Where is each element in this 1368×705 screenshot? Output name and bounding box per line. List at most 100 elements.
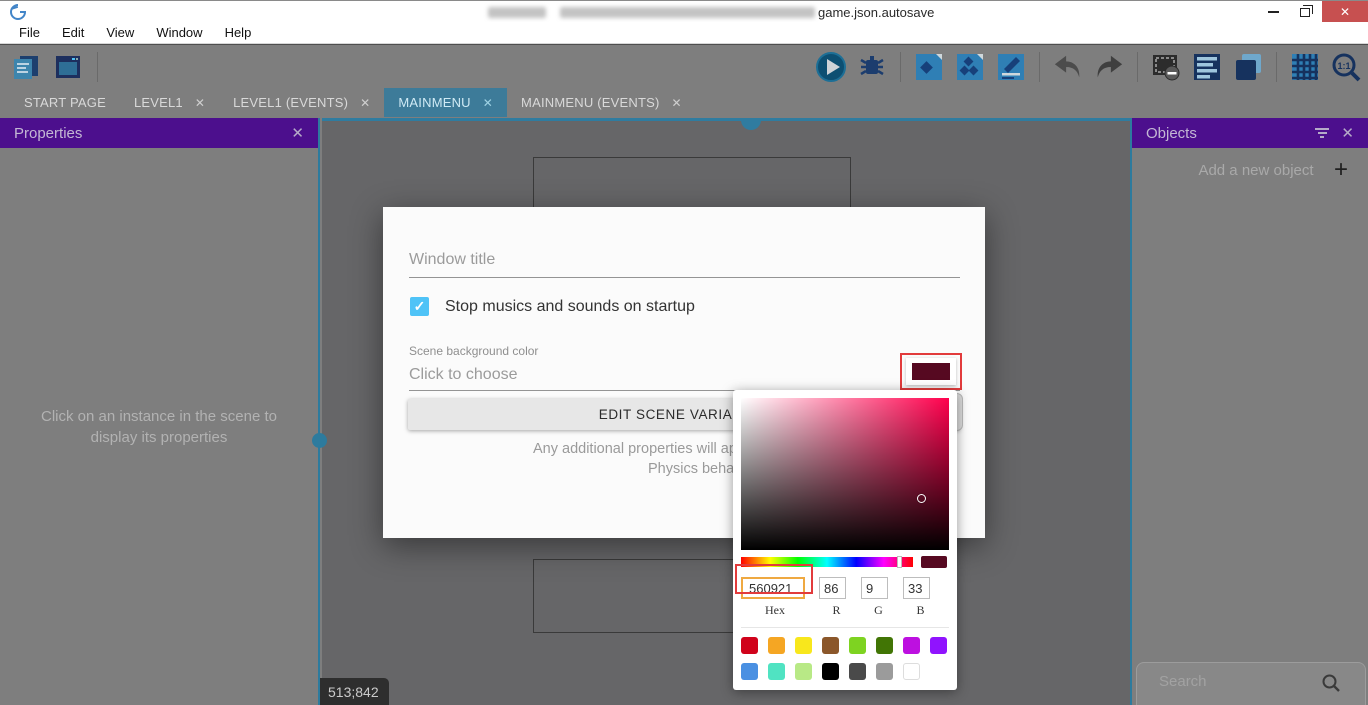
tab-level1[interactable]: LEVEL1✕ xyxy=(120,88,219,117)
color-preset-swatch[interactable] xyxy=(876,637,893,654)
menu-window[interactable]: Window xyxy=(145,22,213,44)
stop-music-label: Stop musics and sounds on startup xyxy=(445,298,695,316)
menu-edit[interactable]: Edit xyxy=(51,22,95,44)
picker-divider xyxy=(741,627,949,628)
properties-panel: Properties ✕ Click on an instance in the… xyxy=(0,118,320,705)
toolbar: 1:1 xyxy=(0,44,1368,88)
color-preset-swatch[interactable] xyxy=(903,637,920,654)
annotation-highlight-hex xyxy=(735,564,813,594)
objects-search-box xyxy=(1136,662,1366,705)
color-preset-swatch[interactable] xyxy=(768,637,785,654)
menu-view[interactable]: View xyxy=(95,22,145,44)
debug-icon[interactable] xyxy=(856,51,888,83)
tab-mainmenu[interactable]: MAINMENU✕ xyxy=(384,88,507,117)
close-panel-icon[interactable]: ✕ xyxy=(1341,124,1354,142)
close-window-button[interactable]: ✕ xyxy=(1322,1,1368,23)
gdevelop-logo-icon xyxy=(10,4,26,20)
color-preset-swatch[interactable] xyxy=(903,663,920,680)
g-label: G xyxy=(865,603,892,618)
toolbar-separator xyxy=(1137,52,1138,82)
objects-panel: Objects ✕ Add a new object + xyxy=(1130,118,1368,705)
hex-label: Hex xyxy=(741,603,809,618)
toolbar-separator xyxy=(900,52,901,82)
toggle-objects-list-icon[interactable] xyxy=(1191,51,1223,83)
color-preset-swatch[interactable] xyxy=(741,637,758,654)
undo-icon[interactable] xyxy=(1052,51,1084,83)
objects-panel-header: Objects ✕ xyxy=(1132,118,1368,148)
redacted-title-segment xyxy=(488,7,546,18)
color-picker-popup: Hex R G B xyxy=(733,390,957,690)
tab-close-icon[interactable]: ✕ xyxy=(483,96,493,110)
r-label: R xyxy=(823,603,850,618)
color-preset-swatch[interactable] xyxy=(741,663,758,680)
toolbar-separator xyxy=(1276,52,1277,82)
color-preset-swatch[interactable] xyxy=(822,637,839,654)
properties-panel-header: Properties ✕ xyxy=(0,118,318,148)
properties-empty-message: Click on an instance in the scene to dis… xyxy=(0,406,318,448)
color-preset-swatch[interactable] xyxy=(795,637,812,654)
start-page-window-icon[interactable] xyxy=(52,51,84,83)
green-input[interactable] xyxy=(861,577,888,599)
saturation-pointer[interactable] xyxy=(917,494,926,503)
plus-icon[interactable]: + xyxy=(1334,160,1348,180)
panel-resize-handle[interactable] xyxy=(312,433,327,448)
titlebar: game.json.autosave ✕ xyxy=(0,0,1368,22)
toggle-grid-icon[interactable] xyxy=(1289,51,1321,83)
color-preset-swatch[interactable] xyxy=(849,663,866,680)
background-color-field[interactable]: Click to choose xyxy=(409,366,518,384)
search-icon xyxy=(1321,673,1341,693)
tab-mainmenu-events[interactable]: MAINMENU (EVENTS)✕ xyxy=(507,88,696,117)
red-input[interactable] xyxy=(819,577,846,599)
scene-tabbar: START PAGE LEVEL1✕ LEVEL1 (EVENTS)✕ MAIN… xyxy=(0,88,1368,117)
close-panel-icon[interactable]: ✕ xyxy=(291,124,304,142)
b-label: B xyxy=(907,603,934,618)
panel-resize-handle[interactable] xyxy=(741,120,761,130)
menubar: File Edit View Window Help xyxy=(0,22,1368,44)
zoom-original-icon[interactable]: 1:1 xyxy=(1330,51,1362,83)
color-preset-swatch[interactable] xyxy=(876,663,893,680)
current-color-swatch xyxy=(921,556,947,568)
toggle-mask-icon[interactable] xyxy=(1150,51,1182,83)
edit-object-groups-icon[interactable] xyxy=(954,51,986,83)
scene-background-color-label: Scene background color xyxy=(409,344,538,358)
tab-level1-events[interactable]: LEVEL1 (EVENTS)✕ xyxy=(219,88,384,117)
color-preset-swatch[interactable] xyxy=(795,663,812,680)
menu-file[interactable]: File xyxy=(8,22,51,44)
color-preset-swatch[interactable] xyxy=(930,637,947,654)
tab-close-icon[interactable]: ✕ xyxy=(360,96,370,110)
restore-button[interactable] xyxy=(1290,1,1320,23)
svg-text:1:1: 1:1 xyxy=(1337,61,1350,71)
saturation-gradient-area[interactable] xyxy=(741,398,949,550)
preset-row-1 xyxy=(741,637,949,654)
properties-panel-title: Properties xyxy=(14,125,279,142)
stop-music-checkbox[interactable]: ✓ xyxy=(410,297,429,316)
edit-objects-icon[interactable] xyxy=(913,51,945,83)
search-input[interactable] xyxy=(1159,673,1319,690)
layers-icon[interactable] xyxy=(1232,51,1264,83)
color-preset-swatch[interactable] xyxy=(849,637,866,654)
preset-row-2 xyxy=(741,663,949,680)
objects-panel-title: Objects xyxy=(1146,125,1315,142)
window-title-field[interactable]: Window title xyxy=(409,251,495,269)
filter-icon[interactable] xyxy=(1315,128,1329,138)
redo-icon[interactable] xyxy=(1093,51,1125,83)
tab-start-page[interactable]: START PAGE xyxy=(10,88,120,117)
redacted-title-segment xyxy=(560,7,815,18)
window-title: game.json.autosave xyxy=(818,5,934,20)
hue-slider-handle[interactable] xyxy=(897,556,902,568)
add-object-label: Add a new object xyxy=(1178,162,1334,179)
minimize-button[interactable] xyxy=(1258,1,1288,23)
preview-play-icon[interactable] xyxy=(815,51,847,83)
blue-input[interactable] xyxy=(903,577,930,599)
text-field-underline xyxy=(409,277,960,278)
project-manager-icon[interactable] xyxy=(10,51,42,83)
edit-scene-properties-icon[interactable] xyxy=(995,51,1027,83)
annotation-highlight-swatch xyxy=(900,353,962,390)
toolbar-separator xyxy=(1039,52,1040,82)
tab-close-icon[interactable]: ✕ xyxy=(195,96,205,110)
menu-help[interactable]: Help xyxy=(214,22,263,44)
color-preset-swatch[interactable] xyxy=(768,663,785,680)
add-object-row[interactable]: Add a new object + xyxy=(1132,160,1368,180)
tab-close-icon[interactable]: ✕ xyxy=(672,96,682,110)
color-preset-swatch[interactable] xyxy=(822,663,839,680)
